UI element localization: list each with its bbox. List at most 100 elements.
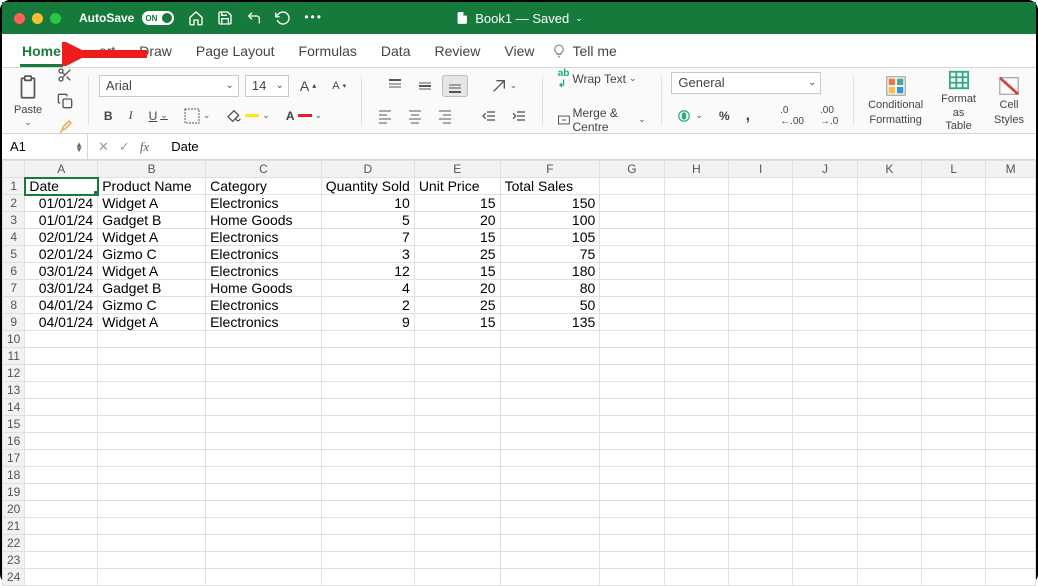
cell[interactable]	[729, 416, 793, 433]
row-header[interactable]: 5	[3, 246, 25, 263]
cell[interactable]	[206, 365, 322, 382]
row-header[interactable]: 21	[3, 518, 25, 535]
cell[interactable]	[793, 348, 857, 365]
cell[interactable]	[321, 569, 414, 586]
cell[interactable]	[321, 433, 414, 450]
cell[interactable]	[729, 280, 793, 297]
cell[interactable]	[793, 297, 857, 314]
cell[interactable]: 20	[414, 212, 500, 229]
cell[interactable]	[729, 263, 793, 280]
align-right-button[interactable]	[432, 105, 458, 127]
cell[interactable]	[25, 518, 98, 535]
cell[interactable]	[729, 331, 793, 348]
col-header[interactable]: E	[414, 161, 500, 178]
cell[interactable]	[98, 518, 206, 535]
merge-centre-button[interactable]: Merge & Centre⌄	[553, 103, 651, 137]
cell[interactable]	[600, 263, 664, 280]
cell[interactable]	[98, 569, 206, 586]
cell[interactable]	[321, 552, 414, 569]
cell[interactable]	[922, 263, 986, 280]
cell[interactable]	[500, 552, 600, 569]
cell[interactable]: 03/01/24	[25, 263, 98, 280]
cell[interactable]	[922, 501, 986, 518]
cell[interactable]	[206, 518, 322, 535]
cell[interactable]: Product Name	[98, 178, 206, 195]
cell[interactable]	[25, 450, 98, 467]
cell[interactable]	[500, 416, 600, 433]
cell[interactable]: Gizmo C	[98, 246, 206, 263]
decrease-font-button[interactable]: A▾	[327, 77, 351, 95]
cell[interactable]	[793, 518, 857, 535]
cell[interactable]	[500, 518, 600, 535]
col-header[interactable]: D	[321, 161, 414, 178]
tab-formulas[interactable]: Formulas	[287, 43, 369, 67]
cell[interactable]: Electronics	[206, 229, 322, 246]
cell[interactable]	[793, 535, 857, 552]
cell[interactable]	[600, 416, 664, 433]
cell[interactable]	[414, 467, 500, 484]
align-center-button[interactable]	[402, 105, 428, 127]
more-icon[interactable]: •••	[304, 10, 320, 26]
row-header[interactable]: 23	[3, 552, 25, 569]
cell[interactable]	[414, 484, 500, 501]
cell[interactable]	[98, 501, 206, 518]
cell[interactable]	[500, 484, 600, 501]
cell[interactable]	[414, 569, 500, 586]
cell[interactable]	[922, 450, 986, 467]
cell[interactable]	[600, 246, 664, 263]
cell[interactable]	[857, 195, 921, 212]
cell[interactable]	[600, 569, 664, 586]
row-header[interactable]: 8	[3, 297, 25, 314]
col-header[interactable]: I	[729, 161, 793, 178]
cell[interactable]	[922, 314, 986, 331]
comma-button[interactable]: ,	[741, 102, 755, 130]
cell[interactable]	[25, 348, 98, 365]
cell[interactable]	[414, 382, 500, 399]
cell[interactable]	[729, 535, 793, 552]
col-header[interactable]: G	[600, 161, 664, 178]
cell[interactable]	[857, 569, 921, 586]
cell[interactable]: Home Goods	[206, 280, 322, 297]
name-box-stepper[interactable]: ▲▼	[75, 142, 83, 152]
row-header[interactable]: 3	[3, 212, 25, 229]
cell[interactable]	[857, 212, 921, 229]
cell[interactable]	[922, 331, 986, 348]
cell[interactable]	[729, 569, 793, 586]
cell[interactable]	[600, 484, 664, 501]
cell[interactable]	[857, 484, 921, 501]
cell[interactable]	[206, 450, 322, 467]
cell[interactable]	[414, 535, 500, 552]
cell[interactable]	[25, 416, 98, 433]
cell[interactable]	[206, 331, 322, 348]
row-header[interactable]: 6	[3, 263, 25, 280]
cell[interactable]	[729, 212, 793, 229]
cell[interactable]: 150	[500, 195, 600, 212]
cell[interactable]	[857, 416, 921, 433]
cell[interactable]	[664, 416, 728, 433]
cell[interactable]	[922, 297, 986, 314]
undo-icon[interactable]	[246, 10, 262, 26]
cell[interactable]	[664, 280, 728, 297]
tab-review[interactable]: Review	[422, 43, 492, 67]
row-header[interactable]: 14	[3, 399, 25, 416]
cell[interactable]	[857, 467, 921, 484]
cell[interactable]: 4	[321, 280, 414, 297]
cell[interactable]	[664, 569, 728, 586]
cell[interactable]	[922, 178, 986, 195]
cell[interactable]	[321, 535, 414, 552]
cell[interactable]	[321, 399, 414, 416]
cell[interactable]	[25, 569, 98, 586]
cell[interactable]	[500, 382, 600, 399]
cell[interactable]	[793, 552, 857, 569]
increase-font-button[interactable]: A▴	[295, 75, 321, 97]
cell[interactable]	[986, 263, 1036, 280]
cell[interactable]	[500, 348, 600, 365]
paste-button[interactable]: Paste ⌄	[10, 72, 46, 130]
cell[interactable]	[793, 450, 857, 467]
cell[interactable]	[857, 229, 921, 246]
cell[interactable]: 15	[414, 195, 500, 212]
cell[interactable]	[206, 399, 322, 416]
cell[interactable]	[500, 467, 600, 484]
number-format-dropdown[interactable]: General⌄	[671, 72, 821, 94]
cell[interactable]	[600, 280, 664, 297]
